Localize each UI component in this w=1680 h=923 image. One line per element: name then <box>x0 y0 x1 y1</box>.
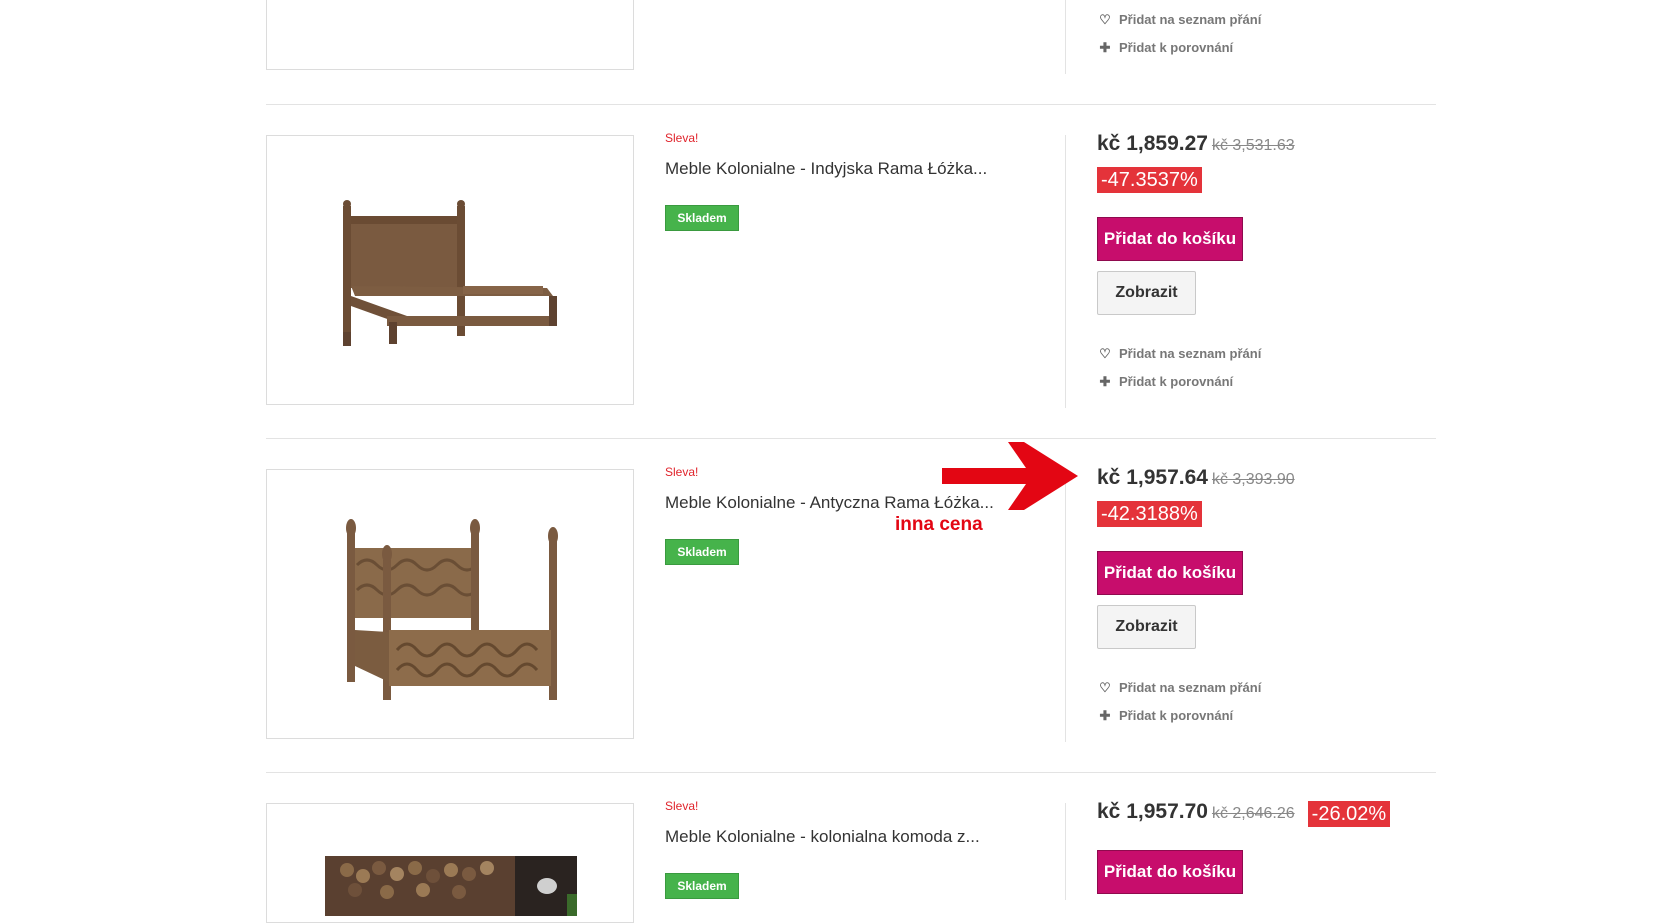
product-price: kč 1,957.64 <box>1097 466 1208 489</box>
heart-icon: ♡ <box>1099 346 1111 361</box>
compare-label: Přidat k porovnání <box>1119 40 1234 55</box>
plus-icon: ✚ <box>1099 374 1111 389</box>
heart-icon: ♡ <box>1099 12 1111 27</box>
product-title-link[interactable]: Meble Kolonialne - kolonialna komoda z..… <box>665 827 980 847</box>
sale-label: Sleva! <box>665 131 699 145</box>
product-price: kč 1,957.70 <box>1097 800 1208 823</box>
dresser-image <box>325 856 577 916</box>
row-divider <box>266 104 1436 105</box>
wishlist-link[interactable]: ♡ Přidat na seznam přání <box>1097 346 1261 362</box>
compare-label: Přidat k porovnání <box>1119 374 1234 389</box>
product-image-frame[interactable] <box>266 803 634 923</box>
annotation-text: inna cena <box>895 514 983 535</box>
old-price: kč 3,531.63 <box>1211 137 1295 154</box>
old-price: kč 2,646.26 <box>1211 805 1295 822</box>
price-row: kč 1,957.64 kč 3,393.90 <box>1097 466 1295 490</box>
compare-link[interactable]: ✚ Přidat k porovnání <box>1097 40 1234 56</box>
product-price: kč 1,859.27 <box>1097 132 1208 155</box>
product-image-frame[interactable] <box>266 469 634 739</box>
stock-badge: Skladem <box>665 539 739 565</box>
row-divider <box>266 772 1436 773</box>
price-row: kč 1,859.27 kč 3,531.63 <box>1097 132 1295 156</box>
stock-badge: Skladem <box>665 873 739 899</box>
plus-icon: ✚ <box>1099 708 1111 723</box>
heart-icon: ♡ <box>1099 680 1111 695</box>
price-row: kč 1,957.70 kč 2,646.26 -26.02% <box>1097 800 1391 827</box>
product-image-frame[interactable] <box>266 135 634 405</box>
row-divider <box>266 438 1436 439</box>
carved-bed-image <box>346 519 558 700</box>
wishlist-label: Přidat na seznam přání <box>1119 680 1262 695</box>
compare-link[interactable]: ✚ Přidat k porovnání <box>1097 708 1234 724</box>
compare-link[interactable]: ✚ Přidat k porovnání <box>1097 374 1234 390</box>
wishlist-link[interactable]: ♡ Přidat na seznam přání <box>1097 12 1261 28</box>
wishlist-link[interactable]: ♡ Přidat na seznam přání <box>1097 680 1261 696</box>
bed-frame-image <box>343 200 557 346</box>
discount-badge: -26.02% <box>1307 800 1391 827</box>
column-divider <box>1065 135 1066 408</box>
view-button[interactable]: Zobrazit <box>1097 271 1196 315</box>
stock-badge: Skladem <box>665 205 739 231</box>
old-price: kč 3,393.90 <box>1211 471 1295 488</box>
column-divider <box>1065 0 1066 74</box>
add-to-cart-button[interactable]: Přidat do košíku <box>1097 551 1243 595</box>
arrow-right-icon <box>942 442 1078 510</box>
discount-badge: -42.3188% <box>1097 501 1202 527</box>
plus-icon: ✚ <box>1099 40 1111 55</box>
compare-label: Přidat k porovnání <box>1119 708 1234 723</box>
product-title-link[interactable]: Meble Kolonialne - Indyjska Rama Łóżka..… <box>665 159 987 179</box>
sale-label: Sleva! <box>665 465 699 479</box>
discount-badge: -47.3537% <box>1097 167 1202 193</box>
add-to-cart-button[interactable]: Přidat do košíku <box>1097 217 1243 261</box>
wishlist-label: Přidat na seznam přání <box>1119 12 1262 27</box>
view-button[interactable]: Zobrazit <box>1097 605 1196 649</box>
column-divider <box>1065 803 1066 900</box>
product-image-frame-top[interactable] <box>266 0 634 70</box>
add-to-cart-button[interactable]: Přidat do košíku <box>1097 850 1243 894</box>
wishlist-label: Přidat na seznam přání <box>1119 346 1262 361</box>
sale-label: Sleva! <box>665 799 699 813</box>
